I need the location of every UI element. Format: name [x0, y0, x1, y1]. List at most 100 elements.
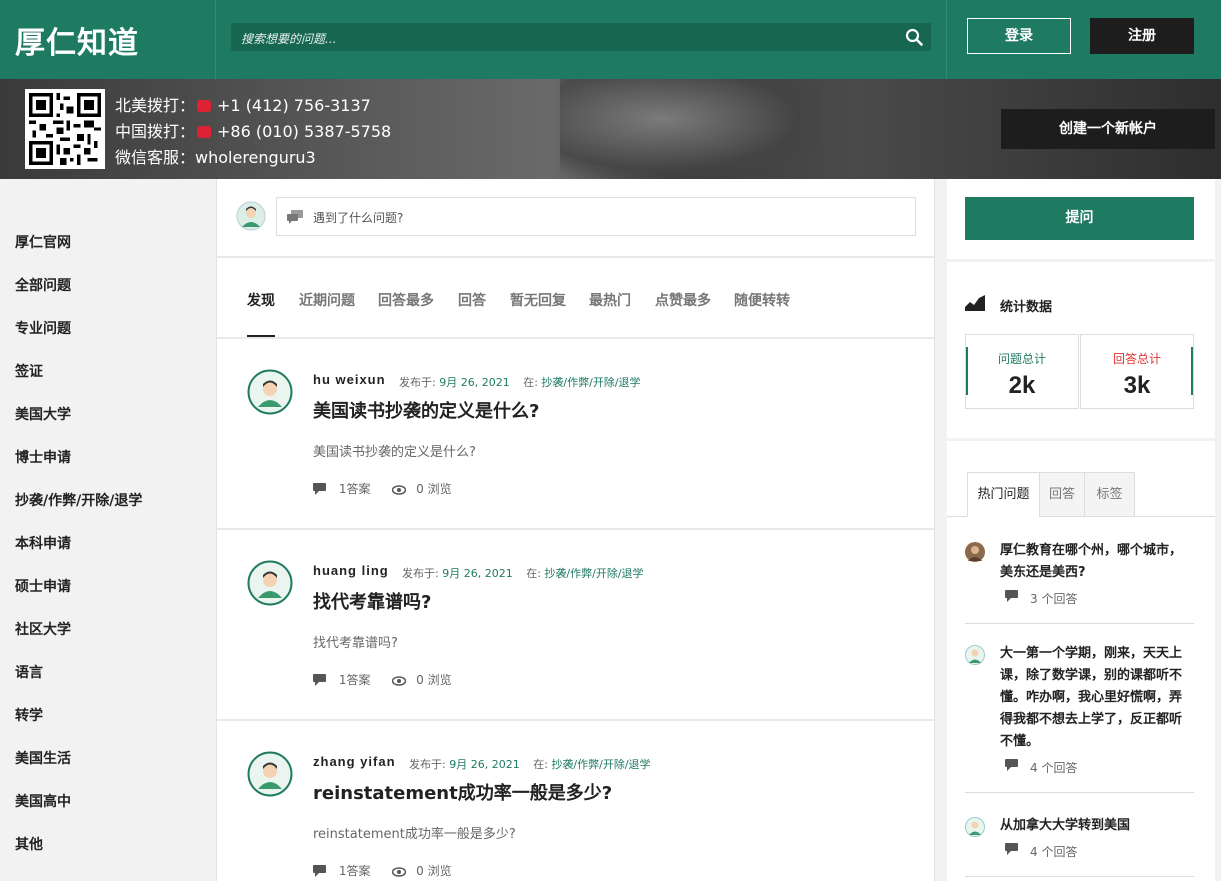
post-date[interactable]: 9月 26, 2021 [442, 567, 512, 580]
tab-hot-tags[interactable]: 标签 [1084, 472, 1135, 517]
category-link[interactable]: 抄袭/作弊/开除/退学 [551, 758, 650, 771]
sidebar-item[interactable]: 美国高中 [15, 791, 71, 811]
comment-icon [1005, 590, 1018, 602]
in-label: 在: [523, 376, 538, 389]
tab-hot-answers[interactable]: 回答 [1039, 472, 1085, 517]
questions-total-label: 问题总计 [997, 352, 1046, 366]
question-title[interactable]: 找代考靠谱吗? [313, 588, 431, 614]
question-title[interactable]: reinstatement成功率一般是多少? [313, 779, 612, 805]
hot-question-title[interactable]: 厚仁教育在哪个州，哪个城市，美东还是美西? [1000, 540, 1194, 584]
sidebar-item[interactable]: 全部问题 [15, 275, 71, 295]
sidebar-item[interactable]: 签证 [15, 361, 43, 381]
cn-phone-number[interactable]: +86 (010) 5387-5758 [217, 122, 391, 141]
author-name[interactable]: hu weixun [313, 372, 386, 387]
post-date[interactable]: 9月 26, 2021 [449, 758, 519, 771]
question-excerpt: 找代考靠谱吗? [313, 636, 398, 651]
view-count: 0 浏览 [416, 482, 452, 496]
tab-random[interactable]: 随便转转 [734, 290, 790, 310]
hot-answer-count[interactable]: 3 个回答 [1030, 590, 1077, 607]
category-sidebar: 厚仁官网 全部问题 专业问题 签证 美国大学 博士申请 抄袭/作弊/开除/退学 … [0, 179, 215, 881]
sidebar-item[interactable]: 语言 [15, 662, 43, 682]
stats-panel: 统计数据 问题总计 2k 回答总计 3k [947, 262, 1215, 438]
register-button[interactable]: 注册 [1090, 18, 1194, 54]
hot-question-title[interactable]: 大一第一个学期，刚来，天天上课，除了数学课，别的课都听不懂。咋办啊，我心里好慌啊… [1000, 643, 1194, 753]
category-link[interactable]: 抄袭/作弊/开除/退学 [544, 567, 643, 580]
login-button[interactable]: 登录 [967, 18, 1071, 54]
author-avatar-icon[interactable] [247, 751, 293, 797]
create-account-button[interactable]: 创建一个新帐户 [1001, 109, 1215, 149]
comment-icon [313, 483, 326, 495]
answers-total-box: 回答总计 3k [1080, 334, 1194, 409]
tab-hottest[interactable]: 最热门 [589, 290, 631, 310]
ask-question-button[interactable]: 提问 [965, 197, 1194, 240]
view-count: 0 浏览 [416, 864, 452, 878]
tab-answers[interactable]: 回答 [458, 290, 486, 310]
tab-most-answered[interactable]: 回答最多 [378, 290, 434, 310]
chat-bubble-icon [287, 210, 303, 224]
hot-answer-count[interactable]: 4 个回答 [1030, 759, 1077, 776]
eye-icon [392, 867, 407, 877]
sidebar-item[interactable]: 硕士申请 [15, 576, 71, 596]
tab-most-voted[interactable]: 点赞最多 [655, 290, 711, 310]
post-date[interactable]: 9月 26, 2021 [439, 376, 509, 389]
area-chart-icon [965, 295, 985, 311]
tab-recent[interactable]: 近期问题 [299, 290, 355, 310]
post-meta: 发布于: 9月 26, 2021 在: 抄袭/作弊/开除/退学 [402, 565, 644, 581]
top-header: 厚仁知道 搜索想要的问题... 登录 注册 [0, 0, 1221, 79]
answers-total-label: 回答总计 [1112, 352, 1161, 366]
author-avatar-icon[interactable] [965, 645, 985, 665]
post-meta: 发布于: 9月 26, 2021 在: 抄袭/作弊/开除/退学 [409, 756, 651, 772]
sidebar-item[interactable]: 转学 [15, 705, 43, 725]
cn-phone-label: 中国拨打： [115, 122, 196, 141]
author-name[interactable]: huang ling [313, 563, 389, 578]
category-link[interactable]: 抄袭/作弊/开除/退学 [541, 376, 640, 389]
tab-hot-questions[interactable]: 热门问题 [967, 472, 1040, 517]
hot-question-item: 大一第一个学期，刚来，天天上课，除了数学课，别的课都听不懂。咋办啊，我心里好慌啊… [965, 643, 1194, 793]
question-card: zhang yifan 发布于: 9月 26, 2021 在: 抄袭/作弊/开除… [217, 721, 936, 881]
answer-count[interactable]: 1答案 [339, 482, 371, 496]
us-phone-number[interactable]: +1 (412) 756-3137 [217, 96, 371, 115]
hot-question-title[interactable]: 从加拿大大学转到美国 [1000, 815, 1194, 837]
in-label: 在: [533, 758, 548, 771]
sidebar-item[interactable]: 美国生活 [15, 748, 71, 768]
author-avatar-icon[interactable] [965, 542, 985, 562]
comment-icon [313, 674, 326, 686]
hot-answer-count[interactable]: 4 个回答 [1030, 843, 1077, 860]
sidebar-item[interactable]: 其他 [15, 834, 43, 854]
sidebar-item[interactable]: 专业问题 [15, 318, 71, 338]
phone-icon [197, 126, 212, 138]
right-sidebar: 提问 统计数据 问题总计 2k 回答总计 3k 热门问题 回答 标签 厚仁教育在… [947, 179, 1215, 881]
question-title[interactable]: 美国读书抄袭的定义是什么? [313, 397, 539, 423]
author-avatar-icon[interactable] [247, 369, 293, 415]
sidebar-item[interactable]: 博士申请 [15, 447, 71, 467]
ask-question-input[interactable]: 遇到了什么问题? [276, 197, 916, 236]
us-phone-line: 北美拨打： +1 (412) 756-3137 [115, 92, 371, 116]
sidebar-item[interactable]: 抄袭/作弊/开除/退学 [15, 490, 142, 510]
search-icon[interactable] [905, 28, 923, 46]
sidebar-item[interactable]: 美国大学 [15, 404, 71, 424]
author-avatar-icon[interactable] [965, 817, 985, 837]
posted-label: 发布于: [402, 567, 439, 580]
accent-bar [1191, 347, 1193, 395]
search-input[interactable]: 搜索想要的问题... [231, 23, 931, 51]
author-avatar-icon[interactable] [247, 560, 293, 606]
tab-discover[interactable]: 发现 [247, 290, 275, 310]
site-logo[interactable]: 厚仁知道 [15, 18, 139, 62]
sidebar-item[interactable]: 厚仁官网 [15, 232, 71, 252]
contact-banner: 北美拨打： +1 (412) 756-3137 中国拨打： +86 (010) 53… [0, 79, 1221, 179]
phone-icon [197, 100, 212, 112]
posted-label: 发布于: [409, 758, 446, 771]
sidebar-item[interactable]: 本科申请 [15, 533, 71, 553]
question-stats: 1答案 0 浏览 [313, 671, 452, 688]
stats-title: 统计数据 [1000, 300, 1053, 315]
comment-icon [1005, 759, 1018, 771]
author-name[interactable]: zhang yifan [313, 754, 396, 769]
ask-panel: 提问 [947, 179, 1215, 259]
answer-count[interactable]: 1答案 [339, 864, 371, 878]
answer-count[interactable]: 1答案 [339, 673, 371, 687]
tab-no-answers[interactable]: 暂无回复 [510, 290, 566, 310]
sidebar-item[interactable]: 社区大学 [15, 619, 71, 639]
user-avatar-icon [236, 201, 266, 231]
eye-icon [392, 485, 407, 495]
posted-label: 发布于: [399, 376, 436, 389]
